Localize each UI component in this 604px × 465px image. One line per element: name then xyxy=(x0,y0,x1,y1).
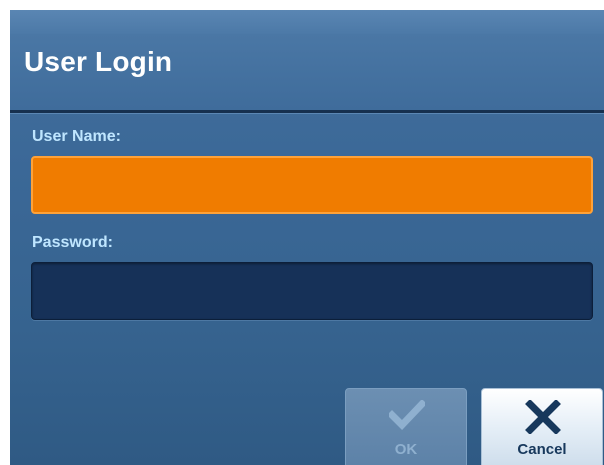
password-input[interactable] xyxy=(31,262,593,320)
password-label: Password: xyxy=(32,234,113,251)
cancel-button[interactable]: Cancel xyxy=(481,388,603,465)
ok-button[interactable]: OK xyxy=(345,388,467,465)
dialog-title: User Login xyxy=(24,46,173,77)
x-icon xyxy=(525,400,561,434)
username-label: User Name: xyxy=(32,128,121,145)
login-dialog: User Login User Name: Password: OK Cance… xyxy=(10,10,604,465)
checkmark-icon xyxy=(389,400,425,430)
cancel-label: Cancel xyxy=(517,441,567,458)
ok-label: OK xyxy=(394,441,418,458)
dialog-header: User Login xyxy=(10,34,604,113)
username-input[interactable] xyxy=(31,156,593,214)
dialog-top-strip xyxy=(10,10,604,34)
